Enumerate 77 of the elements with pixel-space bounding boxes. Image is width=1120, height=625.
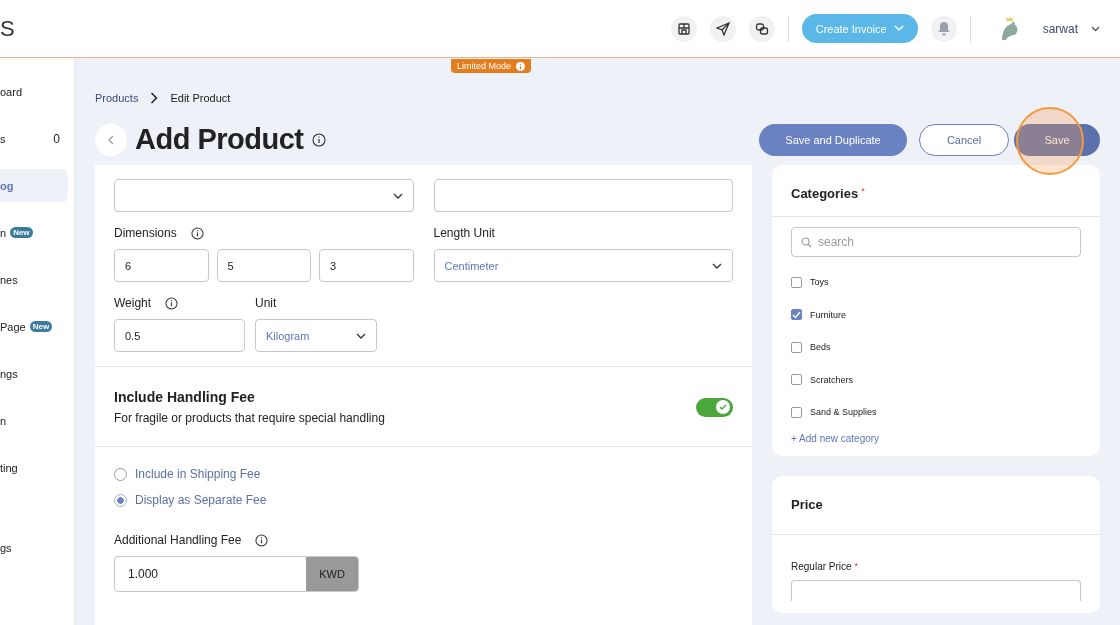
chevron-down-icon <box>712 262 722 269</box>
link-button[interactable] <box>748 15 775 42</box>
required-mark: * <box>854 560 859 572</box>
sidebar-item[interactable]: s 0 <box>0 122 68 155</box>
store-button[interactable] <box>670 15 697 42</box>
section-description: For fragile or products that require special handling <box>114 411 385 425</box>
field-label: Dimensions <box>114 226 177 240</box>
info-icon <box>311 132 326 147</box>
sidebar-item[interactable]: ting <box>0 451 68 484</box>
chevron-down-icon <box>1091 25 1100 32</box>
breadcrumb-current: Edit Product <box>170 92 231 104</box>
card-title: Price <box>791 496 823 512</box>
field-label: Regular Price <box>791 560 852 572</box>
notifications-button[interactable] <box>930 15 957 42</box>
check-icon <box>792 310 801 319</box>
required-mark: * <box>861 186 865 198</box>
search-icon <box>801 237 812 248</box>
breadcrumb-link[interactable]: Products <box>95 92 139 104</box>
radio-label[interactable]: Display as Separate Fee <box>135 493 267 507</box>
cancel-button[interactable]: Cancel <box>919 123 1009 156</box>
checkbox[interactable] <box>791 309 802 321</box>
send-icon <box>715 21 730 36</box>
checkbox-label[interactable]: Furniture <box>810 309 846 320</box>
save-and-duplicate-button[interactable]: Save and Duplicate <box>759 123 907 156</box>
checkbox-label[interactable]: Sand & Supplies <box>810 407 877 418</box>
toggle-knob-icon <box>716 400 730 414</box>
info-icon <box>165 296 179 310</box>
weight-field[interactable]: 0.5 <box>114 319 245 352</box>
store-icon <box>676 21 691 36</box>
sidebar-item[interactable]: Page New <box>0 310 68 343</box>
checkbox[interactable] <box>791 406 802 418</box>
radio-button[interactable] <box>114 493 127 507</box>
user-menu[interactable]: sarwat <box>1042 21 1078 36</box>
field-label: Weight <box>114 296 152 310</box>
chevron-left-icon <box>108 134 114 145</box>
field-label: Additional Handling Fee <box>114 533 242 547</box>
field-label: Length Unit <box>433 226 495 240</box>
logo-text: S <box>0 15 15 42</box>
page-title: Add Product <box>135 123 304 156</box>
sku-field[interactable] <box>433 179 733 212</box>
bell-icon <box>936 21 951 36</box>
dimension-field[interactable]: 5 <box>216 249 311 282</box>
add-category-link[interactable]: + Add new category <box>791 432 1081 444</box>
radio-label[interactable]: Include in Shipping Fee <box>135 467 261 481</box>
chevron-down-icon <box>356 332 366 339</box>
send-button[interactable] <box>709 15 736 42</box>
card-title: Categories <box>791 186 859 201</box>
chevron-down-icon <box>893 25 904 32</box>
sidebar-item[interactable]: gs <box>0 531 68 564</box>
country-select[interactable] <box>114 179 414 212</box>
info-icon <box>190 226 204 240</box>
regular-price-field[interactable] <box>791 579 1081 601</box>
dimension-field[interactable]: 6 <box>114 249 209 282</box>
sidebar-item[interactable]: n <box>0 404 68 437</box>
weight-unit-select[interactable]: Kilogram <box>255 319 377 352</box>
length-unit-select[interactable]: Centimeter <box>433 249 733 282</box>
checkbox[interactable] <box>791 341 802 353</box>
link-icon <box>754 21 769 36</box>
search-field[interactable]: search <box>791 227 1081 257</box>
chevron-down-icon <box>392 192 403 199</box>
dimension-field[interactable]: 3 <box>319 249 414 282</box>
checkbox[interactable] <box>791 374 802 386</box>
sidebar-item[interactable]: og <box>0 169 68 202</box>
checkbox-label[interactable]: Scratchers <box>810 374 853 385</box>
toggle-switch[interactable] <box>696 397 733 417</box>
sidebar-item[interactable]: oard <box>0 75 68 108</box>
checkbox-label[interactable]: Beds <box>810 342 831 353</box>
checkbox-label[interactable]: Toys <box>810 277 829 288</box>
info-icon <box>516 61 526 71</box>
section-title: Include Handling Fee <box>114 389 256 405</box>
sidebar-item[interactable]: n New <box>0 216 68 249</box>
checkbox[interactable] <box>791 276 802 288</box>
field-label: Unit <box>255 296 277 310</box>
sidebar-item[interactable]: nes <box>0 263 68 296</box>
chevron-right-icon <box>150 92 159 104</box>
sidebar-item[interactable]: ngs <box>0 357 68 390</box>
info-icon <box>255 533 269 547</box>
